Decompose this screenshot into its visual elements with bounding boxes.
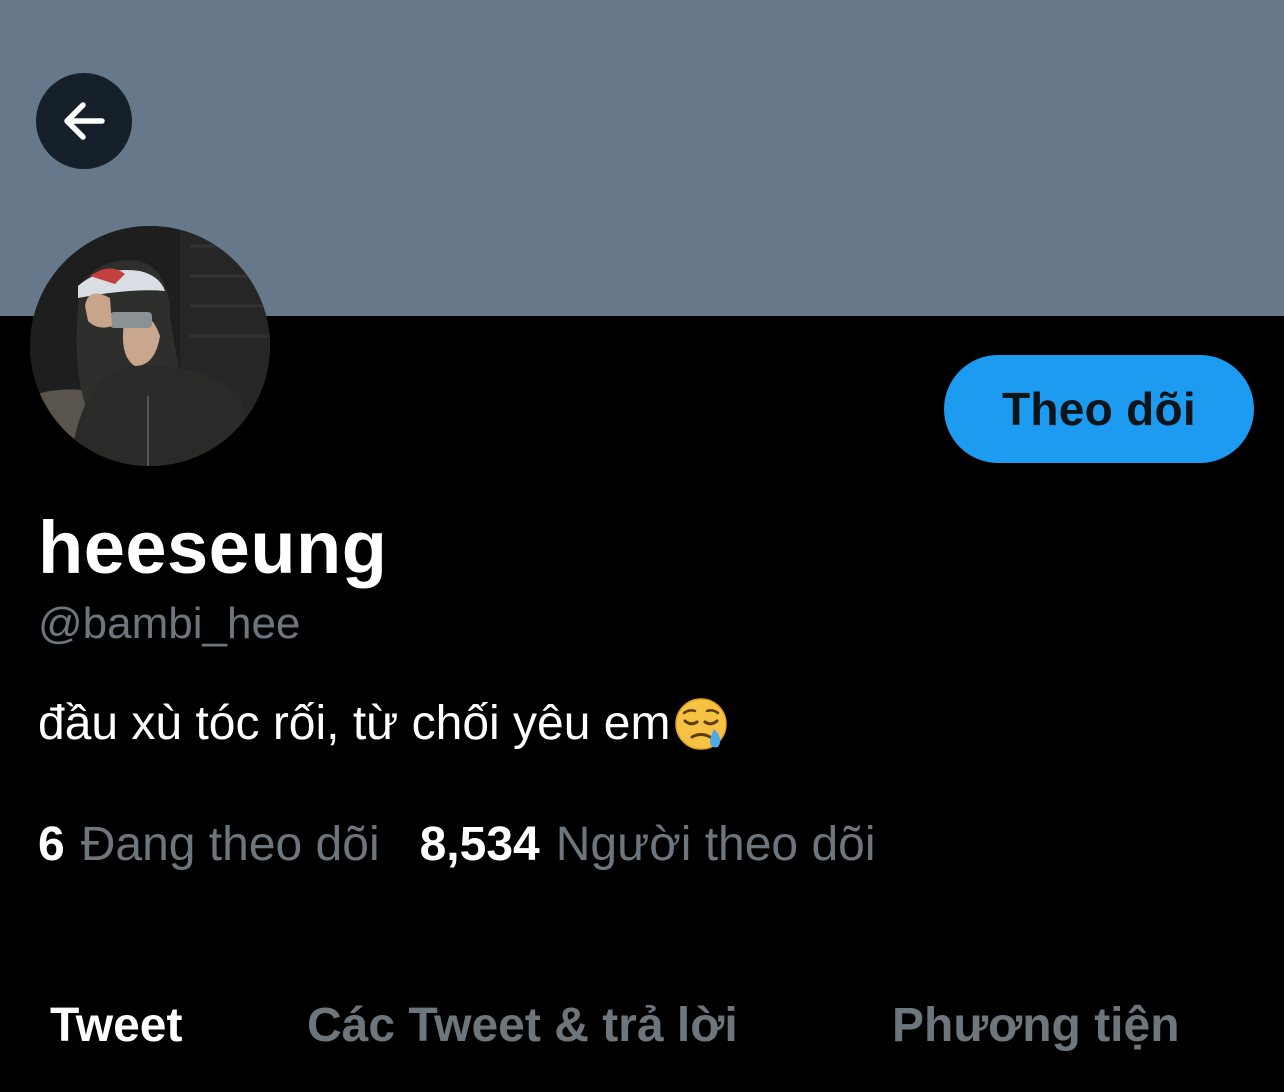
bio-text: đầu xù tóc rối, từ chối yêu em (38, 697, 671, 750)
tab-tweets-and-replies[interactable]: Các Tweet & trả lời (307, 994, 738, 1058)
arrow-left-icon (64, 102, 105, 140)
following-label: Đang theo dõi (80, 818, 380, 871)
tab-media[interactable]: Phương tiện (892, 994, 1180, 1058)
followers-link[interactable]: 8,534 Người theo dõi (420, 816, 876, 874)
avatar-photo (30, 226, 270, 466)
back-button[interactable] (36, 73, 132, 169)
tab-tweets[interactable]: Tweet (50, 994, 182, 1058)
profile-page: Theo dõi heeseung @bambi_hee đầu xù tóc … (0, 0, 1284, 1092)
profile-stats: 6 Đang theo dõi 8,534 Người theo dõi (38, 816, 876, 874)
avatar[interactable] (30, 226, 270, 466)
display-name: heeseung (38, 506, 388, 589)
profile-handle: @bambi_hee (38, 599, 301, 648)
followers-label: Người theo dõi (555, 818, 876, 871)
following-link[interactable]: 6 Đang theo dõi (38, 816, 380, 874)
sleepy-face-emoji-icon (675, 698, 728, 750)
follow-button[interactable]: Theo dõi (944, 355, 1254, 463)
following-count: 6 (38, 818, 65, 871)
followers-count: 8,534 (419, 818, 540, 871)
profile-tabs: Tweet Các Tweet & trả lời Phương tiện (0, 994, 1284, 1064)
profile-bio: đầu xù tóc rối, từ chối yêu em (38, 694, 730, 754)
